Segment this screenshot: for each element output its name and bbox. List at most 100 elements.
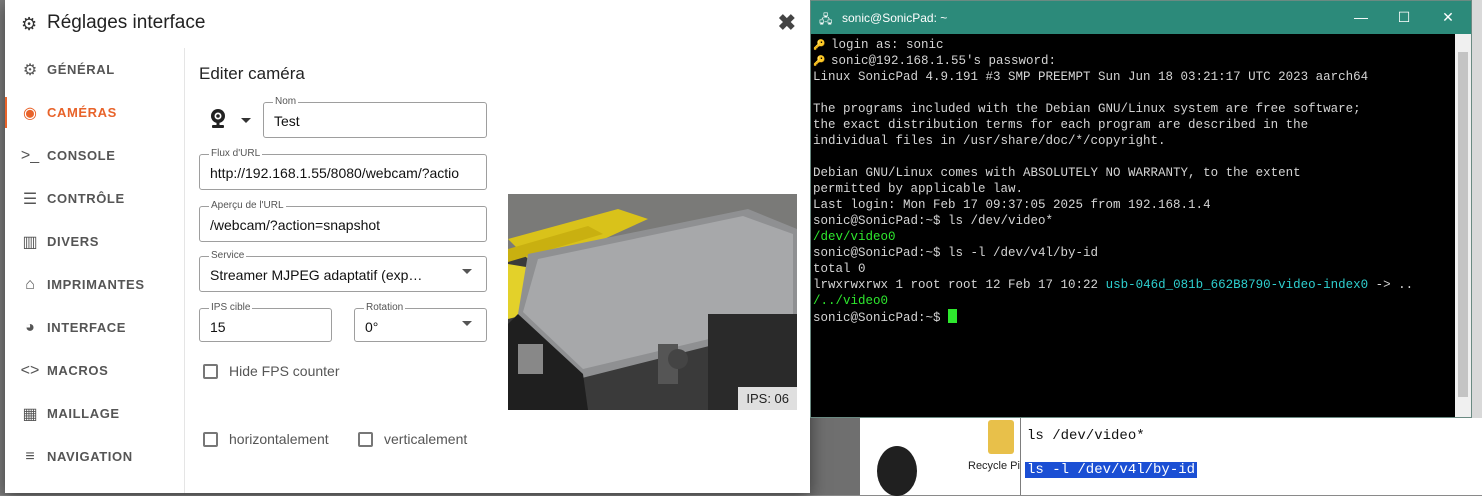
printer-3d-icon: ⌂ [25, 275, 35, 293]
name-field-label: Nom [273, 96, 299, 107]
sidebar-item-label: CAMÉRAS [47, 105, 117, 120]
snapshot-url-value: /webcam/?action=snapshot [210, 217, 381, 233]
console-icon: >_ [20, 146, 40, 164]
service-select[interactable]: Service Streamer MJPEG adaptatif (exp… [199, 250, 487, 292]
terminal-text: The programs included with the Debian GN… [813, 102, 1361, 116]
terminal-text: the exact distribution terms for each pr… [813, 118, 1309, 132]
service-label: Service [209, 250, 247, 261]
terminal-line: lrwxrwxrwx 1 root root 12 Feb 17 10:22 u… [813, 277, 1456, 293]
checkbox-box[interactable] [203, 363, 218, 379]
minimize-button[interactable]: — [1351, 9, 1371, 25]
terminal-text: total 0 [813, 262, 866, 276]
terminal-text: /dev/video0 [813, 230, 896, 244]
sidebar-item-2[interactable]: >_ CONSOLE [5, 134, 185, 177]
widgets-icon: ▥ [22, 233, 38, 251]
dialog-title: Réglages interface [47, 12, 206, 33]
close-button[interactable]: ✕ [1438, 9, 1458, 26]
background-window-edge [1471, 0, 1482, 418]
terminal-output[interactable]: 🔑 login as: sonic 🔑 sonic@192.168.1.55's pa… [813, 34, 1456, 417]
terminal-line: sonic@SonicPad:~$ ls /dev/video* [813, 213, 1456, 229]
terminal-text: sonic@SonicPad:~$ [813, 311, 949, 325]
background-text-editor[interactable]: ls /dev/video* ls -l /dev/v4l/by-id [1021, 418, 1482, 495]
camera-preview-image [508, 194, 797, 410]
checkbox-box[interactable] [203, 431, 218, 447]
palette-icon: ◕ [25, 318, 35, 336]
flip-vertical-label: verticalement [384, 431, 468, 447]
dialog-header: ⚙ Réglages interface ✖ [5, 0, 810, 48]
terminal-text: -> .. [1368, 278, 1414, 292]
editor-title: Editer caméra [199, 64, 305, 83]
sidebar-item-4[interactable]: ▥ DIVERS [5, 220, 185, 263]
terminal-line: sonic@SonicPad:~$ [813, 309, 1456, 325]
close-button[interactable]: ✖ [778, 10, 796, 36]
checkbox-box[interactable] [358, 431, 373, 447]
stream-url-field[interactable]: Flux d'URL http://192.168.1.55/8080/webc… [199, 148, 487, 190]
sidebar-item-9[interactable]: ≡ NAVIGATION [5, 435, 185, 478]
sidebar-item-3[interactable]: ☰ CONTRÔLE [5, 177, 185, 220]
terminal-cursor [948, 309, 958, 323]
terminal-line: /../video0 [813, 293, 1456, 309]
flip-horizontal-label: horizontalement [229, 431, 329, 447]
camera-preview: IPS: 06 [508, 194, 797, 410]
scrollbar-thumb[interactable] [1458, 52, 1468, 397]
terminal-text: Linux SonicPad 4.9.191 #3 SMP PREEMPT Su… [813, 70, 1369, 84]
stream-url-label: Flux d'URL [209, 148, 263, 159]
webcam-icon: ◉ [23, 104, 37, 122]
terminal-text: sonic@192.168.1.55's password: [831, 54, 1057, 68]
grid-icon: ▦ [22, 405, 38, 423]
sidebar-item-7[interactable]: <> MACROS [5, 349, 185, 392]
sidebar-item-1[interactable]: ◉ CAMÉRAS [5, 91, 185, 134]
hide-fps-checkbox[interactable]: Hide FPS counter [203, 363, 340, 379]
sidebar-item-0[interactable]: ⚙ GÉNÉRAL [5, 48, 185, 91]
terminal-text: /../video0 [813, 294, 889, 308]
sidebar-item-label: IMPRIMANTES [47, 277, 145, 292]
flip-vertical-checkbox[interactable]: verticalement [358, 431, 467, 447]
camera-icon-select[interactable] [209, 108, 254, 134]
settings-dialog: ⚙ Réglages interface ✖ ⚙ GÉNÉRAL ◉ CAMÉRAS >… [5, 0, 810, 493]
terminal-scrollbar[interactable] [1455, 34, 1471, 417]
sidebar-item-label: GÉNÉRAL [47, 62, 115, 77]
target-fps-label: IPS cible [209, 302, 253, 313]
rotation-value: 0° [365, 319, 379, 335]
rotation-label: Rotation [364, 302, 406, 313]
terminal-window[interactable]: 🖧 sonic@SonicPad: ~ — ☐ ✕ 🔑 login as: son… [810, 0, 1472, 418]
sidebar-item-6[interactable]: ◕ INTERFACE [5, 306, 185, 349]
terminal-text: login as: sonic [831, 38, 944, 52]
sidebar-item-label: DIVERS [47, 234, 100, 249]
sidebar-item-5[interactable]: ⌂ IMPRIMANTES [5, 263, 185, 306]
hide-fps-label: Hide FPS counter [229, 363, 340, 379]
terminal-text: individual files in /usr/share/doc/*/cop… [813, 134, 1166, 148]
terminal-line: The programs included with the Debian GN… [813, 101, 1456, 117]
folder-icon[interactable] [988, 420, 1014, 454]
menu-icon: ≡ [25, 447, 35, 465]
terminal-line: permitted by applicable law. [813, 181, 1456, 197]
sidebar-item-label: MACROS [47, 363, 109, 378]
terminal-symlink: usb-046d_081b_662B8790-video-index0 [1105, 278, 1369, 292]
chevron-down-icon [462, 269, 472, 274]
editor-selected-line: ls -l /dev/v4l/by-id [1025, 462, 1198, 478]
terminal-line: 🔑 sonic@192.168.1.55's password: [813, 53, 1456, 69]
snapshot-url-label: Aperçu de l'URL [209, 200, 286, 211]
sidebar-item-label: INTERFACE [47, 320, 127, 335]
sidebar-item-8[interactable]: ▦ MAILLAGE [5, 392, 185, 435]
name-field-value: Test [274, 113, 300, 129]
gear-icon: ⚙ [22, 61, 38, 79]
terminal-titlebar[interactable]: 🖧 sonic@SonicPad: ~ — ☐ ✕ [811, 1, 1471, 34]
camera-editor: Editer caméra Nom Test Flux d'URL http:/… [186, 48, 810, 493]
maximize-button[interactable]: ☐ [1394, 9, 1414, 26]
flip-horizontal-checkbox[interactable]: horizontalement [203, 431, 329, 447]
key-icon: 🔑 [813, 57, 826, 68]
settings-sidebar: ⚙ GÉNÉRAL ◉ CAMÉRAS >_ CONSOLE ☰ CONTRÔLE ▥ DIVER… [5, 48, 185, 493]
terminal-text: permitted by applicable law. [813, 182, 1024, 196]
target-fps-field[interactable]: IPS cible 15 [199, 302, 332, 342]
name-field[interactable]: Nom Test [263, 96, 487, 138]
terminal-title: sonic@SonicPad: ~ [842, 11, 948, 25]
terminal-line: /dev/video0 [813, 229, 1456, 245]
rotation-select[interactable]: Rotation 0° [354, 302, 487, 342]
sidebar-item-label: NAVIGATION [47, 449, 133, 464]
tune-icon: ☰ [22, 190, 38, 208]
snapshot-url-field[interactable]: Aperçu de l'URL /webcam/?action=snapshot [199, 200, 487, 242]
putty-icon: 🖧 [819, 12, 833, 26]
sidebar-item-label: CONSOLE [47, 148, 116, 163]
